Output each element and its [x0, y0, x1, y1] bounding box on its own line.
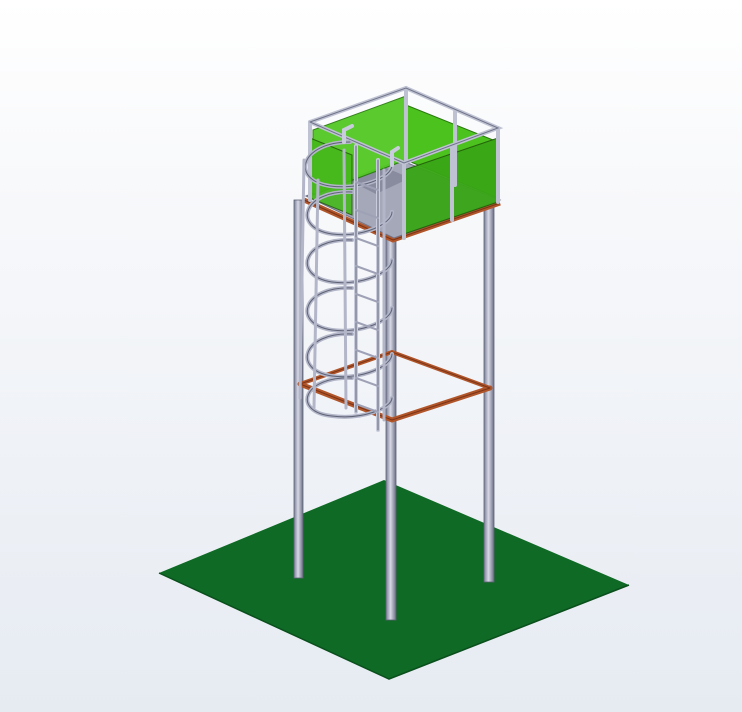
- tower-model: [0, 0, 742, 712]
- cad-viewport[interactable]: [0, 0, 742, 712]
- leg-front: [385, 237, 397, 621]
